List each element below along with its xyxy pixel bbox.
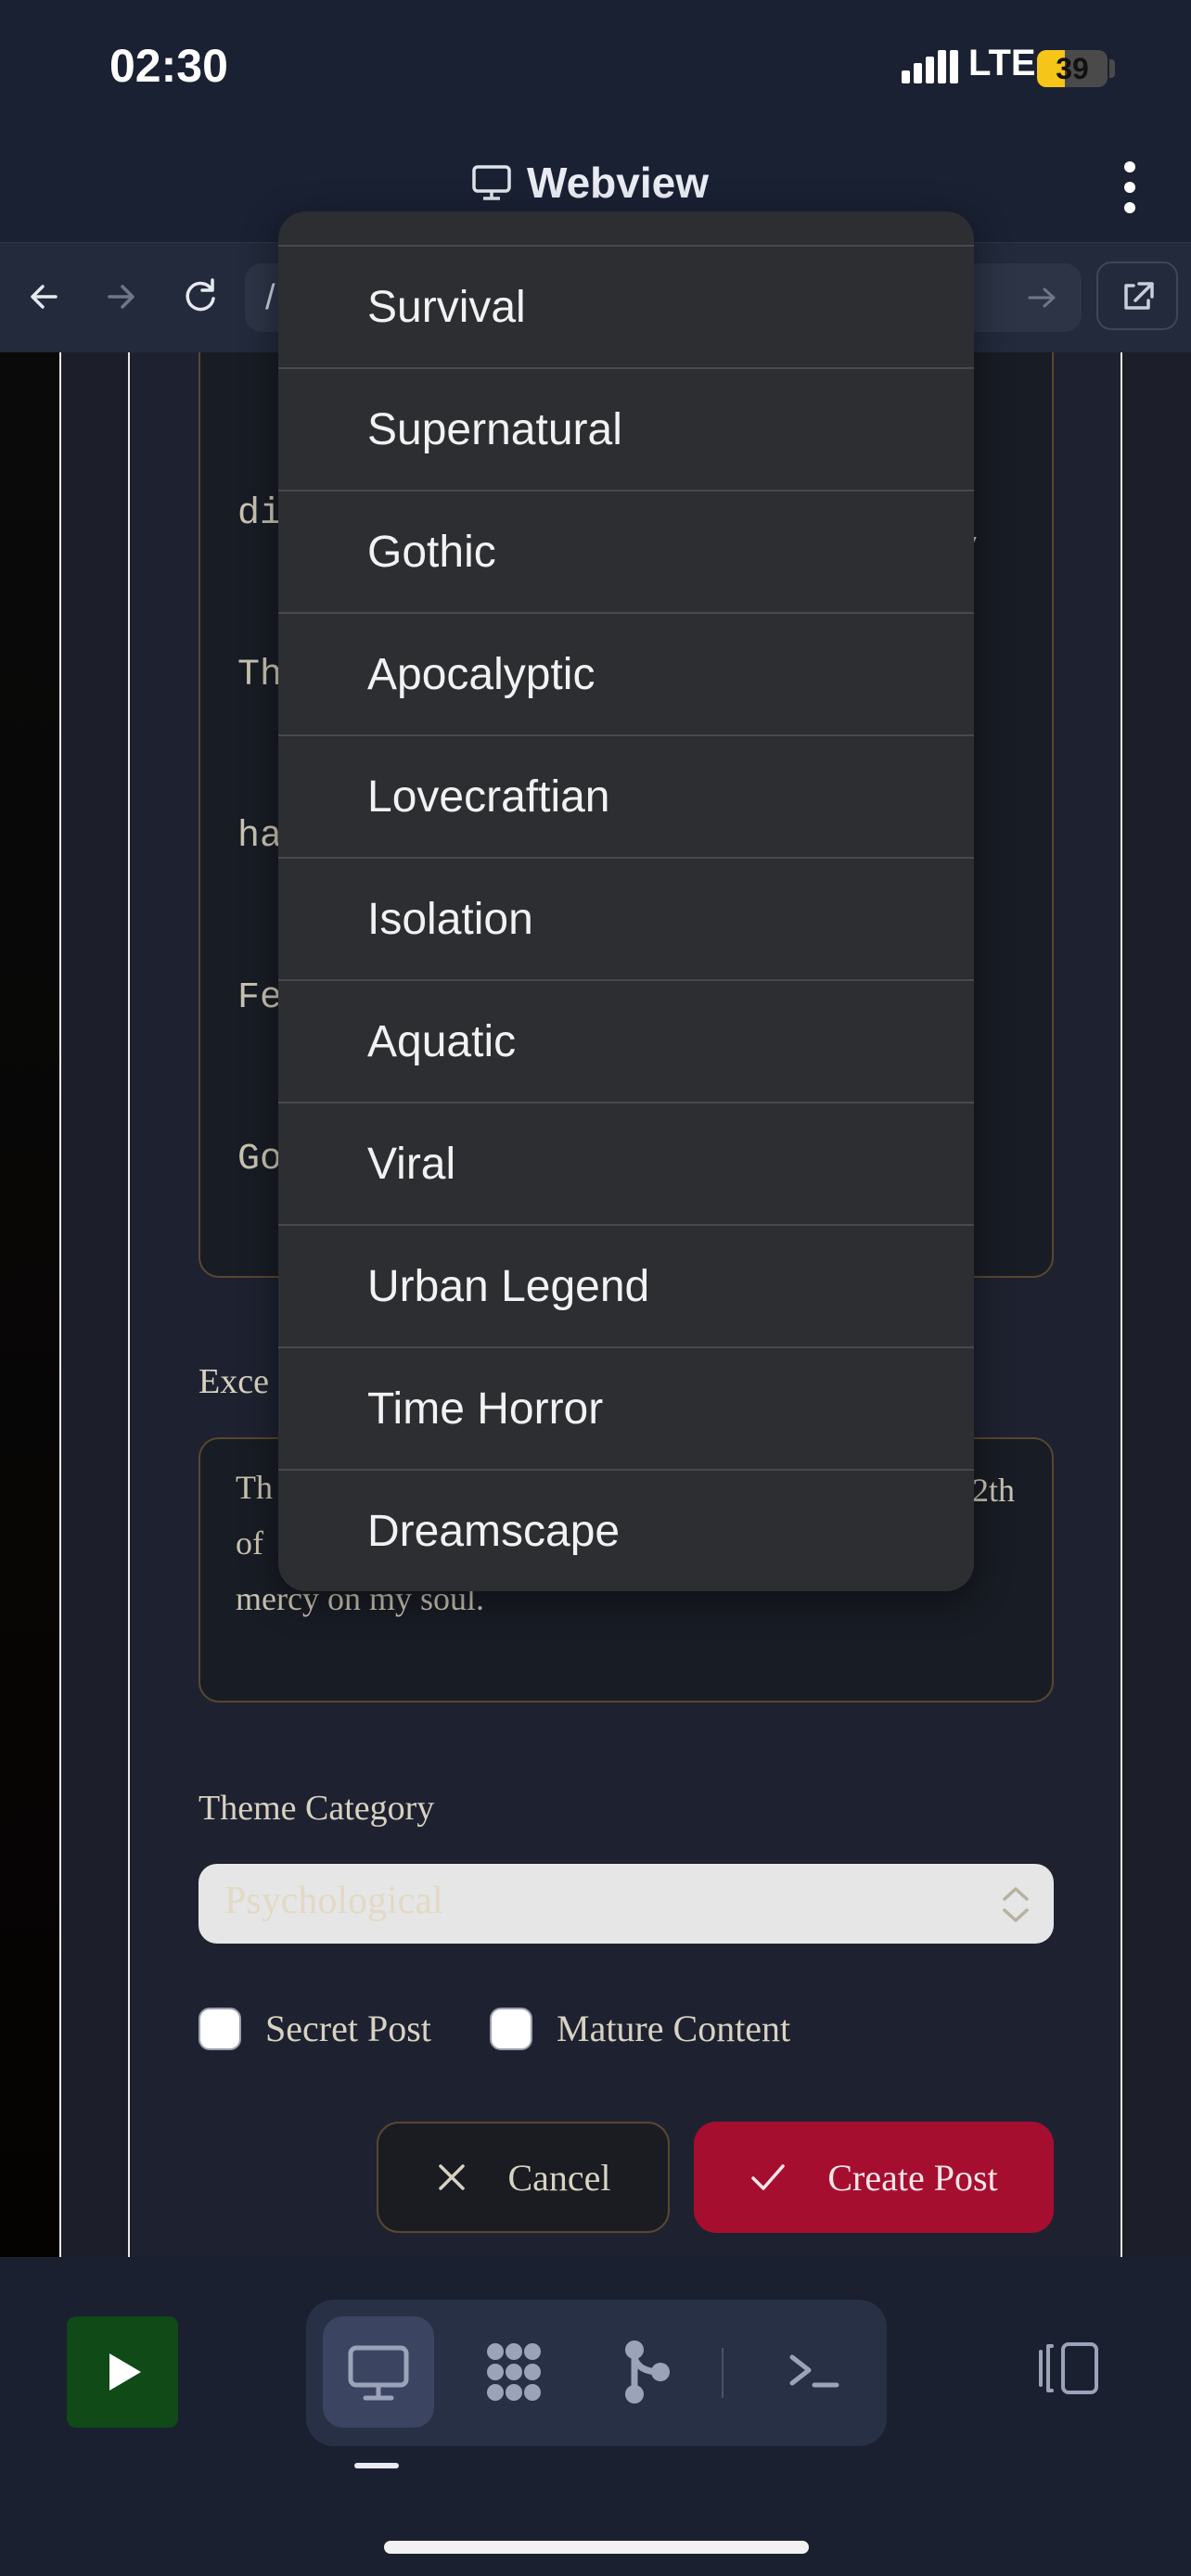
terminal-tab[interactable] — [759, 2316, 870, 2428]
dropdown-item-aquatic[interactable]: Aquatic — [278, 979, 974, 1102]
signal-strength-icon — [902, 50, 958, 83]
battery-tip — [1109, 59, 1115, 78]
monitor-icon — [472, 165, 511, 200]
select-chevrons-icon — [1003, 1887, 1029, 1922]
toolbar-divider — [722, 2348, 724, 2398]
branch-tab[interactable] — [590, 2316, 701, 2428]
bottom-dock — [0, 2257, 1191, 2576]
terminal-icon — [789, 2354, 839, 2388]
dropdown-item-dreamscape[interactable]: Dreamscape — [278, 1469, 974, 1591]
battery-level: 39 — [1056, 52, 1089, 85]
check-icon — [751, 2164, 786, 2190]
excerpt-label: Exce — [198, 1362, 269, 1401]
mature-content-checkbox[interactable] — [490, 2007, 532, 2050]
create-post-button[interactable]: Create Post — [694, 2122, 1054, 2233]
secret-post-checkbox[interactable] — [198, 2007, 241, 2050]
kebab-menu-icon[interactable] — [1111, 158, 1148, 217]
clock: 02:30 — [109, 40, 228, 92]
mature-content-label: Mature Content — [557, 2008, 791, 2049]
theme-category-dropdown: Survival Supernatural Gothic Apocalyptic… — [278, 211, 974, 1591]
theme-category-label: Theme Category — [198, 1789, 435, 1828]
secret-post-label: Secret Post — [265, 2008, 431, 2049]
webview-tab[interactable] — [323, 2316, 434, 2428]
back-arrow-icon[interactable] — [19, 271, 70, 323]
close-icon — [439, 2164, 466, 2190]
cancel-button[interactable]: Cancel — [377, 2122, 670, 2233]
open-external-button[interactable] — [1096, 261, 1178, 330]
git-branch-icon — [625, 2340, 670, 2404]
header-title-text: Webview — [527, 159, 709, 207]
mature-content-option[interactable]: Mature Content — [490, 2007, 790, 2050]
active-tab-indicator — [354, 2463, 399, 2468]
reload-icon[interactable] — [174, 271, 226, 323]
left-gutter — [0, 352, 61, 2257]
grid-blocks-tab[interactable] — [458, 2316, 570, 2428]
dropdown-item-viral[interactable]: Viral — [278, 1102, 974, 1224]
secret-post-option[interactable]: Secret Post — [198, 2007, 431, 2050]
frame-line-left — [59, 352, 61, 2257]
monitor-icon — [348, 2345, 409, 2401]
dropdown-item-time-horror[interactable]: Time Horror — [278, 1346, 974, 1469]
create-post-label: Create Post — [827, 2156, 998, 2199]
split-view-icon[interactable] — [1031, 2339, 1102, 2398]
forward-arrow-icon[interactable] — [95, 271, 147, 323]
home-indicator — [384, 2541, 809, 2554]
page-edge-right — [1121, 352, 1122, 2257]
page-edge-left — [128, 352, 130, 2257]
cancel-label: Cancel — [507, 2156, 611, 2199]
play-icon — [109, 2353, 141, 2391]
header-title: Webview — [471, 158, 709, 208]
dropdown-item-urban-legend[interactable]: Urban Legend — [278, 1224, 974, 1346]
dropdown-item-gothic[interactable]: Gothic — [278, 490, 974, 612]
dropdown-item-supernatural[interactable]: Supernatural — [278, 367, 974, 490]
dots-grid-icon — [487, 2343, 541, 2401]
network-type: LTE — [968, 43, 1036, 83]
go-arrow-icon[interactable] — [1024, 284, 1061, 312]
dropdown-item-apocalyptic[interactable]: Apocalyptic — [278, 612, 974, 734]
run-button[interactable] — [67, 2316, 178, 2428]
view-switcher — [306, 2300, 887, 2446]
external-link-icon — [1124, 282, 1154, 310]
dropdown-item-lovecraftian[interactable]: Lovecraftian — [278, 734, 974, 857]
excerpt-line-tail: 2th — [972, 1472, 1016, 1509]
battery-icon: 39 — [1037, 50, 1108, 87]
theme-category-select[interactable]: Psychological — [198, 1864, 1054, 1944]
dropdown-item-isolation[interactable]: Isolation — [278, 857, 974, 979]
status-bar: 02:30 LTE 39 — [0, 0, 1191, 130]
dropdown-item-survival[interactable]: Survival — [278, 245, 974, 367]
